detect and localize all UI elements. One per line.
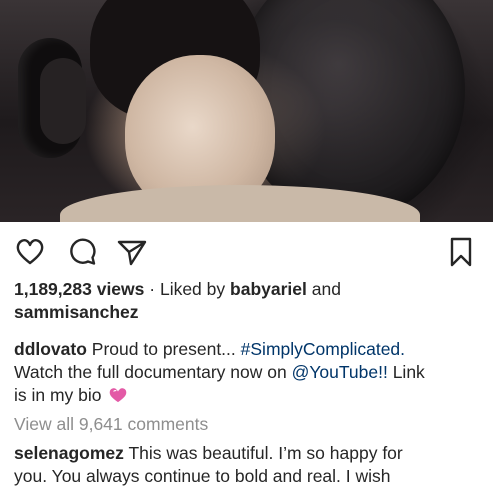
caption-line-1: ddlovato Proud to present... #SimplyComp… <box>14 338 479 361</box>
views-count[interactable]: 1,189,283 views <box>14 279 144 299</box>
caption-text: is in my bio <box>14 385 102 405</box>
comment-line-1: selenagomez This was beautiful. I’m so h… <box>14 442 479 465</box>
comment-text: you. You always continue to bold and rea… <box>14 466 391 486</box>
caption-text: Watch the full documentary now on <box>14 362 287 382</box>
likes-line-2: sammisanchez <box>14 301 479 324</box>
heart-icon[interactable] <box>14 236 46 268</box>
caption-text: Link <box>392 362 425 382</box>
liked-and: and <box>311 279 341 299</box>
action-bar <box>0 222 493 278</box>
mention-link[interactable]: @YouTube!! <box>292 362 388 382</box>
comment-icon[interactable] <box>66 236 98 268</box>
comment-text: This was beautiful. I’m so happy for <box>128 443 403 463</box>
bookmark-icon[interactable] <box>445 236 477 268</box>
caption-line-3: is in my bio <box>14 384 479 407</box>
liked-user-link[interactable]: babyariel <box>230 279 307 299</box>
view-all-comments-link[interactable]: View all 9,641 comments <box>14 413 479 436</box>
likes-line: 1,189,283 views · Liked by babyariel and <box>14 278 479 301</box>
hashtag-link[interactable]: #SimplyComplicated. <box>241 339 405 359</box>
heart-emoji-icon <box>109 386 127 403</box>
liked-user-link-2[interactable]: sammisanchez <box>14 302 139 322</box>
post-photo[interactable] <box>0 0 493 222</box>
headphone-cushion <box>40 58 86 144</box>
caption-username[interactable]: ddlovato <box>14 339 87 359</box>
liked-by-prefix: · Liked by <box>149 279 226 299</box>
caption-text: Proud to present... <box>91 339 236 359</box>
comment-username[interactable]: selenagomez <box>14 443 124 463</box>
share-icon[interactable] <box>116 236 148 268</box>
post-details: 1,189,283 views · Liked by babyariel and… <box>0 278 493 488</box>
comment-line-2: you. You always continue to bold and rea… <box>14 465 479 488</box>
caption-line-2: Watch the full documentary now on @YouTu… <box>14 361 479 384</box>
